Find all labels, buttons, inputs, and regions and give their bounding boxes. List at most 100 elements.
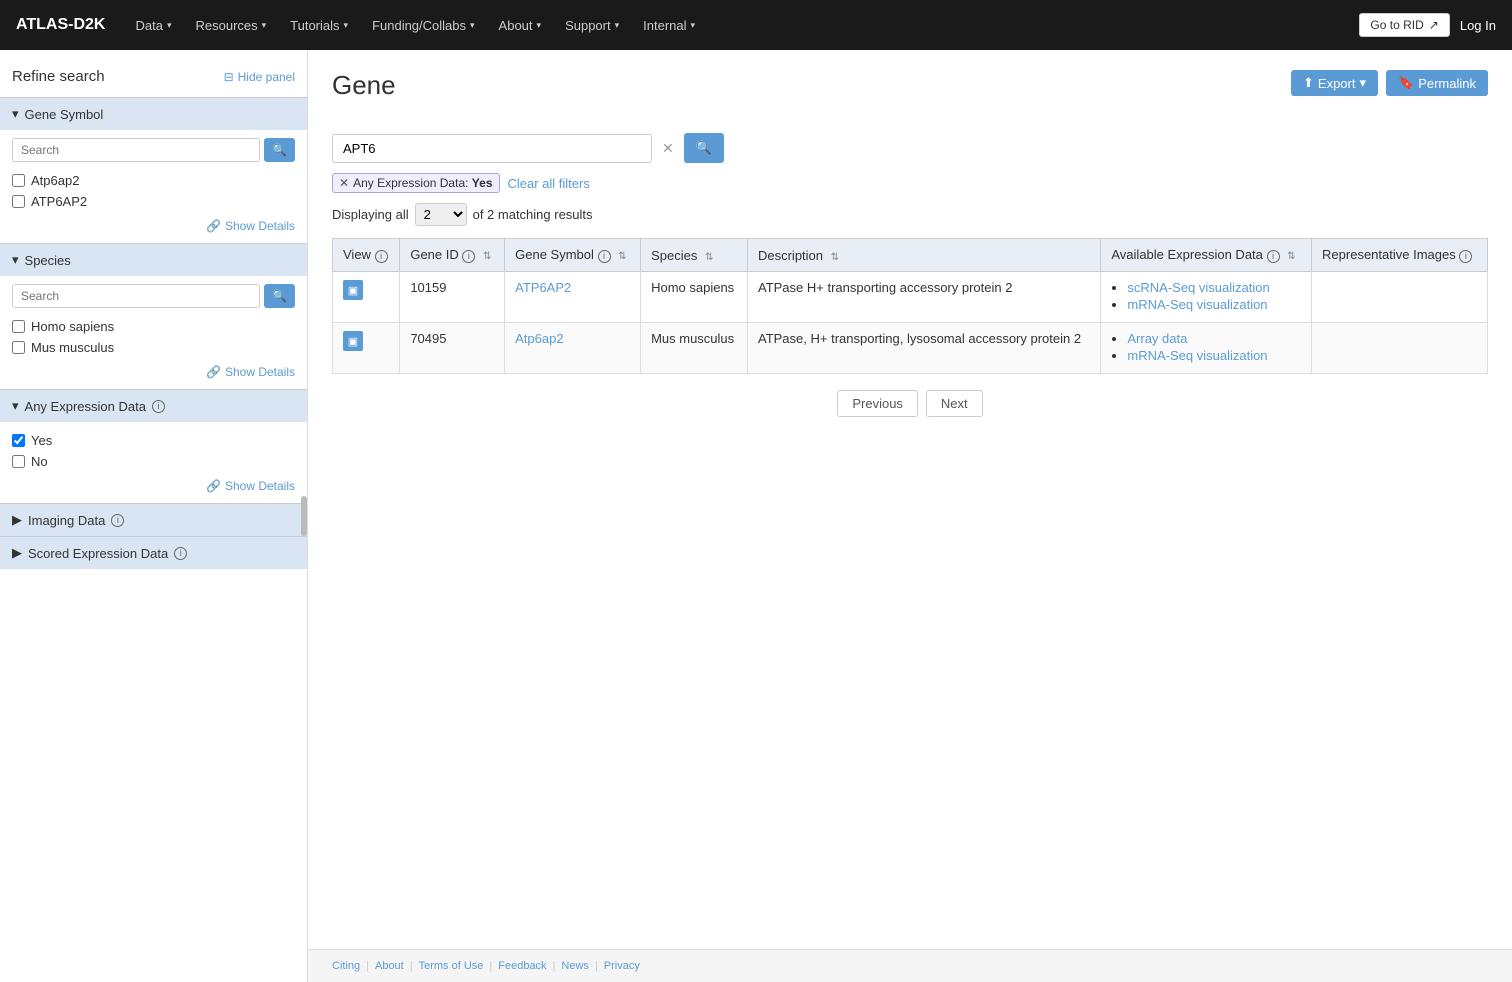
nav-right: Go to RID ↗ Log In	[1359, 13, 1496, 37]
footer-citing[interactable]: Citing	[332, 960, 360, 972]
brand-logo[interactable]: ATLAS-D2K	[16, 16, 105, 34]
nav-funding[interactable]: Funding/Collabs ▾	[362, 12, 484, 39]
facet-scored-label: Scored Expression Data	[28, 546, 168, 561]
facet-scored-chevron: ▶	[12, 545, 22, 561]
results-info: Displaying all 2 10 25 50 100 of 2 match…	[332, 203, 1488, 226]
facet-gene-symbol-label: Gene Symbol	[25, 107, 104, 122]
expression-show-details-row: 🔗 Show Details	[12, 472, 295, 495]
facet-scored-header[interactable]: ▶ Scored Expression Data i	[0, 537, 307, 569]
gene-symbol-info-icon: i	[598, 250, 611, 263]
expression-show-details-button[interactable]: 🔗 Show Details	[206, 479, 295, 493]
gene-symbol-sort-icon[interactable]: ⇅	[618, 251, 626, 262]
total-results-text: of 2 matching results	[473, 207, 593, 222]
nav-data[interactable]: Data ▾	[125, 12, 181, 39]
table-body: ▣ 10159 ATP6AP2 Homo sapiens ATPase H+ t…	[333, 272, 1488, 374]
row1-gene-symbol: ATP6AP2	[505, 272, 641, 323]
row1-scrna-link[interactable]: scRNA-Seq visualization	[1127, 280, 1269, 295]
facet-species-label: Species	[25, 253, 71, 268]
row1-view-icon[interactable]: ▣	[343, 280, 363, 300]
permalink-button[interactable]: 🔖 Permalink	[1386, 70, 1488, 96]
description-sort-icon[interactable]: ⇅	[831, 252, 839, 263]
hide-panel-button[interactable]: ⊟ Hide panel	[224, 70, 295, 84]
species-search-row: 🔍	[12, 284, 295, 308]
facet-gene-symbol-chevron: ▾	[12, 106, 19, 122]
share-icon: ↗	[1429, 18, 1439, 32]
main-search-clear[interactable]: ✕	[658, 140, 678, 157]
species-show-details-button[interactable]: 🔗 Show Details	[206, 365, 295, 379]
hide-panel-icon: ⊟	[224, 70, 234, 84]
footer-about[interactable]: About	[375, 960, 404, 972]
species-checkbox-mus[interactable]	[12, 341, 25, 354]
expression-checkbox-no[interactable]	[12, 455, 25, 468]
nav-tutorials-caret: ▾	[344, 20, 349, 31]
go-to-rid-button[interactable]: Go to RID ↗	[1359, 13, 1449, 37]
export-button[interactable]: ⬆ Export ▾	[1291, 70, 1378, 96]
search-icon: 🔍	[272, 143, 287, 157]
gene-symbol-search-input[interactable]	[12, 138, 260, 162]
facet-species: ▾ Species 🔍 Homo sapiens Mus musculus	[0, 243, 307, 389]
clear-all-filters-button[interactable]: Clear all filters	[508, 176, 590, 191]
refine-header: Refine search ⊟ Hide panel	[0, 60, 307, 97]
gene-symbol-checkbox-atp6ap2-lower[interactable]	[12, 174, 25, 187]
per-page-select[interactable]: 2 10 25 50 100	[415, 203, 467, 226]
facet-expression-header[interactable]: ▾ Any Expression Data i	[0, 390, 307, 422]
row2-mrna-link[interactable]: mRNA-Seq visualization	[1127, 348, 1267, 363]
species-sort-icon[interactable]: ⇅	[705, 252, 713, 263]
gene-symbol-search-button[interactable]: 🔍	[264, 138, 295, 162]
species-search-button[interactable]: 🔍	[264, 284, 295, 308]
gene-symbol-checkbox-atp6ap2-upper[interactable]	[12, 195, 25, 208]
gene-symbol-show-details-row: 🔗 Show Details	[12, 212, 295, 235]
facet-species-body: 🔍 Homo sapiens Mus musculus 🔗 Show Detai…	[0, 276, 307, 389]
sidebar-drag-handle[interactable]	[301, 496, 307, 536]
facet-imaging-header[interactable]: ▶ Imaging Data i	[0, 504, 307, 536]
row2-array-link[interactable]: Array data	[1127, 331, 1187, 346]
login-button[interactable]: Log In	[1460, 18, 1496, 33]
filter-remove-expression[interactable]: ✕	[339, 176, 349, 190]
nav-internal[interactable]: Internal ▾	[633, 12, 705, 39]
expr-data-sort-icon[interactable]: ⇅	[1287, 251, 1295, 262]
species-label-homo: Homo sapiens	[31, 319, 114, 334]
imaging-info-icon: i	[111, 514, 124, 527]
gene-id-info-icon: i	[462, 250, 475, 263]
row2-view-icon[interactable]: ▣	[343, 331, 363, 351]
footer-feedback[interactable]: Feedback	[498, 960, 546, 972]
nav-about[interactable]: About ▾	[489, 12, 552, 39]
previous-button[interactable]: Previous	[837, 390, 918, 417]
show-details-icon-species: 🔗	[206, 365, 221, 379]
nav-about-caret: ▾	[537, 20, 542, 31]
nav-tutorials[interactable]: Tutorials ▾	[280, 12, 358, 39]
expression-show-details-label: Show Details	[225, 479, 295, 493]
expression-info-icon: i	[152, 400, 165, 413]
species-item-homo: Homo sapiens	[12, 316, 295, 337]
main-search-button[interactable]: 🔍	[684, 133, 724, 163]
gene-symbol-show-details-button[interactable]: 🔗 Show Details	[206, 219, 295, 233]
col-gene-id: Gene ID i ⇅	[400, 239, 505, 272]
view-info-icon: i	[375, 250, 388, 263]
nav-resources[interactable]: Resources ▾	[185, 12, 276, 39]
gene-id-sort-icon[interactable]: ⇅	[483, 251, 491, 262]
facet-species-header[interactable]: ▾ Species	[0, 244, 307, 276]
row2-gene-symbol-link[interactable]: Atp6ap2	[515, 331, 563, 346]
row2-species: Mus musculus	[641, 323, 748, 374]
footer-privacy[interactable]: Privacy	[604, 960, 640, 972]
search-icon-species: 🔍	[272, 289, 287, 303]
navbar: ATLAS-D2K Data ▾ Resources ▾ Tutorials ▾…	[0, 0, 1512, 50]
gene-symbol-item-atp6ap2-lower: Atp6ap2	[12, 170, 295, 191]
main-search-input[interactable]	[332, 134, 652, 163]
nav-support[interactable]: Support ▾	[555, 12, 629, 39]
next-button[interactable]: Next	[926, 390, 983, 417]
row1-species: Homo sapiens	[641, 272, 748, 323]
species-item-mus: Mus musculus	[12, 337, 295, 358]
row1-mrna-link[interactable]: mRNA-Seq visualization	[1127, 297, 1267, 312]
col-species: Species ⇅	[641, 239, 748, 272]
expression-checkbox-yes[interactable]	[12, 434, 25, 447]
species-search-input[interactable]	[12, 284, 260, 308]
nav-resources-caret: ▾	[262, 20, 267, 31]
table-header: View i Gene ID i ⇅ Gene Symbol i ⇅ Speci…	[333, 239, 1488, 272]
footer-news[interactable]: News	[561, 960, 589, 972]
export-icon: ⬆	[1303, 75, 1314, 91]
facet-gene-symbol-header[interactable]: ▾ Gene Symbol	[0, 98, 307, 130]
row1-gene-symbol-link[interactable]: ATP6AP2	[515, 280, 571, 295]
footer-terms[interactable]: Terms of Use	[419, 960, 484, 972]
species-checkbox-homo[interactable]	[12, 320, 25, 333]
